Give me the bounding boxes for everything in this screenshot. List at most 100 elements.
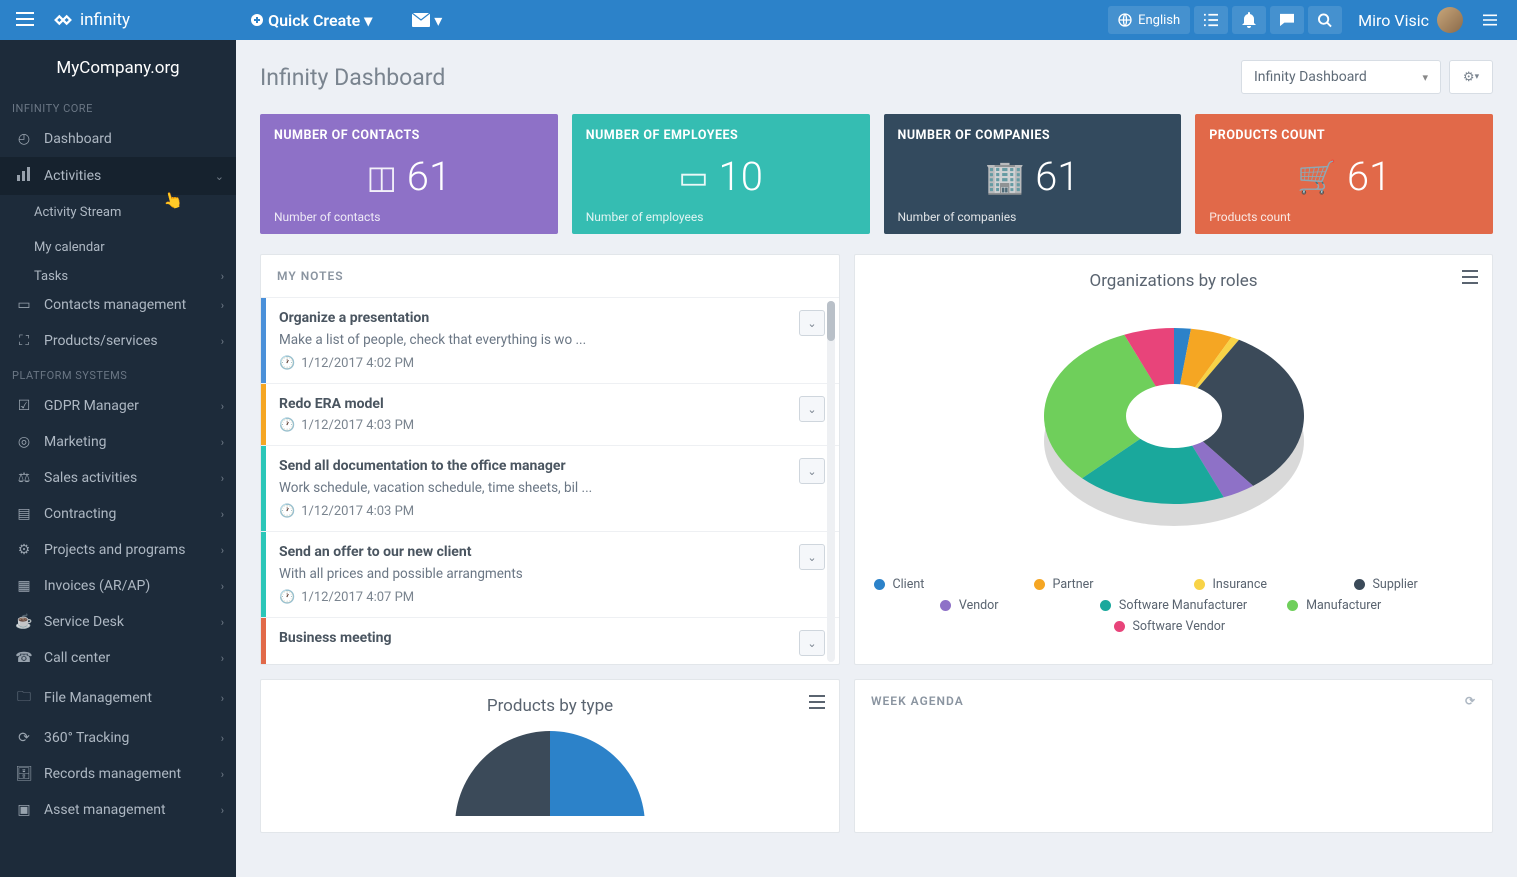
panel-orgs-chart: Organizations by roles Client Partner Insu…	[854, 254, 1493, 665]
brand-logo[interactable]: infinity	[52, 9, 130, 31]
note-title: Redo ERA model	[279, 396, 823, 412]
settings-menu-icon[interactable]	[1473, 6, 1507, 34]
tile-contacts[interactable]: NUMBER OF CONTACTS ◫61 Number of contact…	[260, 114, 558, 234]
legend-item[interactable]: Software Vendor	[1114, 619, 1234, 634]
legend-dot	[874, 579, 885, 590]
records-icon: 🗄	[12, 766, 36, 782]
dashboard-icon: ◴	[12, 131, 36, 147]
sidebar-sub-my-calendar[interactable]: My calendar	[0, 230, 236, 265]
company-name[interactable]: MyCompany.org	[0, 40, 236, 92]
note-item[interactable]: Send an offer to our new client With all…	[261, 531, 839, 617]
sidebar-item-call-center[interactable]: ☎Call center›	[0, 640, 236, 676]
legend-item[interactable]: Client	[874, 577, 994, 592]
phone-icon: ☎	[12, 650, 36, 666]
language-button[interactable]: English	[1108, 6, 1190, 34]
sidebar-item-contracting[interactable]: ▤Contracting›	[0, 496, 236, 532]
products-icon: ⛶	[12, 333, 36, 349]
bell-icon[interactable]	[1232, 6, 1266, 34]
sidebar-item-products[interactable]: ⛶ Products/services ›	[0, 323, 236, 359]
note-item[interactable]: Business meeting ⌄	[261, 617, 839, 664]
sidebar-sub-tasks[interactable]: Tasks›	[0, 265, 236, 287]
chevron-right-icon: ›	[221, 508, 224, 521]
refresh-icon[interactable]: ⟳	[1465, 694, 1476, 708]
cart-icon: 🛒	[1297, 158, 1337, 196]
user-menu[interactable]: Miro Visic	[1346, 7, 1469, 33]
clock-icon: 🕐	[279, 356, 295, 371]
legend-item[interactable]: Insurance	[1194, 577, 1314, 592]
sidebar-item-marketing[interactable]: ◎Marketing›	[0, 424, 236, 460]
sidebar-item-contacts[interactable]: ▭ Contacts management ›	[0, 287, 236, 323]
sidebar-item-sales[interactable]: ⚖Sales activities›	[0, 460, 236, 496]
clock-icon: 🕐	[279, 590, 295, 605]
contacts-icon: ▭	[12, 297, 36, 313]
note-expand-button[interactable]: ⌄	[799, 458, 825, 484]
note-time: 🕐1/12/2017 4:03 PM	[279, 418, 823, 433]
tile-employees[interactable]: NUMBER OF EMPLOYEES ▭10 Number of employ…	[572, 114, 870, 234]
panel-my-notes: MY NOTES Organize a presentation Make a …	[260, 254, 840, 665]
chart-title: Products by type	[277, 696, 823, 716]
panel-products-chart: Products by type	[260, 679, 840, 833]
legend-item[interactable]: Vendor	[940, 598, 1060, 613]
legend-item[interactable]: Partner	[1034, 577, 1154, 592]
mail-button[interactable]: ▾	[412, 11, 442, 30]
sidebar-item-records[interactable]: 🗄Records management›	[0, 756, 236, 792]
note-time: 🕐1/12/2017 4:02 PM	[279, 356, 823, 371]
legend-item[interactable]: Manufacturer	[1287, 598, 1407, 613]
sidebar-item-invoices[interactable]: ▦Invoices (AR/AP)›	[0, 568, 236, 604]
list-icon[interactable]	[1194, 6, 1228, 34]
sidebar-sub-activity-stream[interactable]: Activity Stream	[0, 195, 236, 230]
id-card-icon: ▭	[678, 158, 708, 196]
chart-menu-icon[interactable]	[1462, 269, 1478, 288]
orgs-pie-chart	[1024, 301, 1324, 561]
note-item[interactable]: Organize a presentation Make a list of p…	[261, 297, 839, 383]
search-icon[interactable]	[1308, 6, 1342, 34]
note-color-bar	[261, 298, 266, 383]
note-item[interactable]: Send all documentation to the office man…	[261, 445, 839, 531]
sidebar-item-dashboard[interactable]: ◴ Dashboard	[0, 121, 236, 157]
topbar: infinity Quick Create ▾ ▾ English Miro V…	[0, 0, 1517, 40]
contract-icon: ▤	[12, 506, 36, 522]
chat-icon[interactable]	[1270, 6, 1304, 34]
chart-title: Organizations by roles	[871, 271, 1476, 291]
sidebar-item-file-mgmt[interactable]: 🗀File Management›	[0, 676, 236, 720]
contacts-icon: ◫	[367, 158, 397, 196]
sidebar-toggle-icon[interactable]	[10, 5, 40, 36]
note-title: Send an offer to our new client	[279, 544, 823, 560]
sidebar-item-projects[interactable]: ⚙Projects and programs›	[0, 532, 236, 568]
scrollbar[interactable]	[827, 301, 837, 662]
chart-menu-icon[interactable]	[809, 694, 825, 713]
dashboard-settings-button[interactable]: ⚙ ▾	[1449, 60, 1493, 94]
chevron-right-icon: ›	[221, 804, 224, 817]
note-expand-button[interactable]: ⌄	[799, 310, 825, 336]
dashboard-selector[interactable]: Infinity Dashboard	[1241, 60, 1441, 94]
sidebar-item-assets[interactable]: ▣Asset management›	[0, 792, 236, 828]
note-item[interactable]: Redo ERA model 🕐1/12/2017 4:03 PM ⌄	[261, 383, 839, 445]
legend-dot	[1114, 621, 1125, 632]
gdpr-icon: ☑	[12, 398, 36, 414]
chevron-right-icon: ›	[221, 692, 224, 705]
sidebar-section-core: INFINITY CORE	[0, 92, 236, 121]
chevron-down-icon: ▾	[364, 11, 372, 30]
note-title: Organize a presentation	[279, 310, 823, 326]
tile-companies[interactable]: NUMBER OF COMPANIES 🏢61 Number of compan…	[884, 114, 1182, 234]
target-icon: ◎	[12, 434, 36, 450]
legend-item[interactable]: Supplier	[1354, 577, 1474, 592]
legend-item[interactable]: Software Manufacturer	[1100, 598, 1247, 613]
legend-dot	[940, 600, 951, 611]
note-expand-button[interactable]: ⌄	[799, 630, 825, 656]
tile-products[interactable]: PRODUCTS COUNT 🛒61 Products count	[1195, 114, 1493, 234]
sidebar-item-360[interactable]: ⟳360° Tracking›	[0, 720, 236, 756]
note-expand-button[interactable]: ⌄	[799, 544, 825, 570]
sales-icon: ⚖	[12, 470, 36, 486]
chevron-right-icon: ›	[221, 580, 224, 593]
note-desc: Make a list of people, check that everyt…	[279, 332, 823, 348]
chevron-right-icon: ›	[221, 400, 224, 413]
note-expand-button[interactable]: ⌄	[799, 396, 825, 422]
chevron-right-icon: ›	[221, 616, 224, 629]
sidebar-item-service-desk[interactable]: ☕Service Desk›	[0, 604, 236, 640]
chevron-right-icon: ›	[221, 652, 224, 665]
sidebar-item-activities[interactable]: Activities ⌄	[0, 157, 236, 195]
quick-create-button[interactable]: Quick Create ▾	[250, 11, 372, 30]
sidebar-item-gdpr[interactable]: ☑GDPR Manager›	[0, 388, 236, 424]
note-time: 🕐1/12/2017 4:07 PM	[279, 590, 823, 605]
